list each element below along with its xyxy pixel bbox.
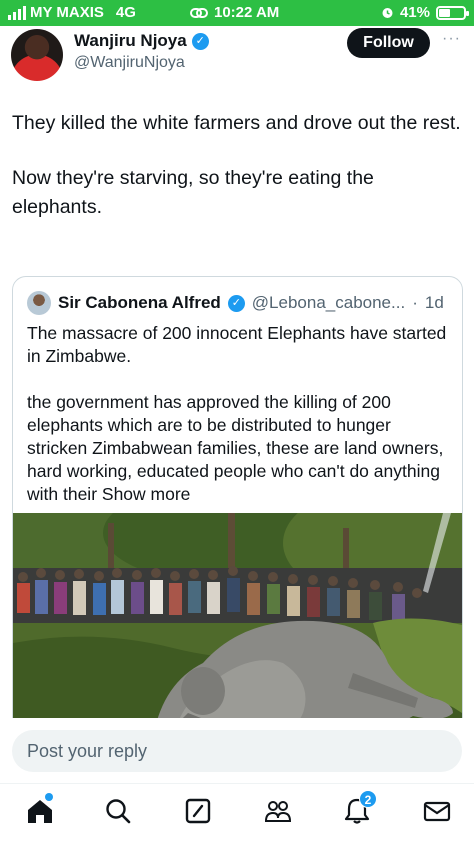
nav-messages[interactable]: [420, 794, 454, 828]
communities-icon: [264, 801, 292, 822]
clock: 10:22 AM: [214, 4, 280, 21]
nav-search[interactable]: [101, 794, 135, 828]
tweet-text: They killed the white farmers and drove …: [12, 109, 462, 222]
nav-grok[interactable]: [181, 794, 215, 828]
search-icon: [106, 799, 131, 824]
author-avatar[interactable]: [11, 29, 63, 81]
verified-badge-icon: ✓: [227, 294, 245, 312]
link-icon: [190, 7, 208, 18]
status-bar-left: MY MAXIS 4G: [8, 4, 136, 21]
battery-fill: [439, 8, 450, 17]
reply-bar: Post your reply: [0, 718, 474, 780]
nav-home[interactable]: [23, 793, 57, 828]
alarm-icon: [382, 8, 393, 18]
quote-time: 1d: [424, 293, 444, 312]
quote-paragraph-body: the government has approved the killing …: [27, 392, 444, 504]
tweet-paragraph: Now they're starving, so they're eating …: [12, 167, 374, 218]
quote-text: The massacre of 200 innocent Elephants h…: [27, 322, 452, 506]
show-more-link[interactable]: Show more: [102, 484, 191, 504]
quoted-tweet[interactable]: Sir Cabonena Alfred ✓ @Lebona_cabone... …: [12, 276, 463, 736]
mail-icon: [423, 801, 451, 822]
carrier-label: MY MAXIS: [30, 4, 104, 21]
quote-author-avatar: [27, 291, 51, 315]
nav-notifications[interactable]: 2: [340, 790, 377, 828]
status-bar-center: 10:22 AM: [190, 4, 279, 21]
verified-badge-icon: ✓: [191, 32, 209, 50]
tweet-paragraph: They killed the white farmers and drove …: [12, 112, 461, 134]
notifications-badge: 2: [359, 790, 377, 808]
elephant-photo: [13, 513, 462, 735]
reply-input[interactable]: Post your reply: [12, 730, 462, 772]
quote-separator: ·: [412, 293, 418, 312]
quote-author-handle: @Lebona_cabone...: [251, 293, 406, 312]
home-unread-dot: [45, 793, 53, 801]
battery-icon: [436, 5, 469, 20]
follow-button[interactable]: Follow: [347, 28, 430, 58]
status-bar: MY MAXIS 4G 10:22 AM 41%: [0, 0, 474, 26]
author-name[interactable]: Wanjiru Njoya: [74, 31, 187, 51]
grok-icon: [185, 798, 211, 824]
quote-header: Sir Cabonena Alfred ✓ @Lebona_cabone... …: [27, 291, 444, 315]
tweet-author: Wanjiru Njoya ✓ @WanjiruNjoya Follow ···: [11, 27, 463, 85]
quote-media-image[interactable]: [13, 513, 462, 735]
quote-author-name: Sir Cabonena Alfred: [58, 293, 221, 312]
nav-communities[interactable]: [261, 794, 295, 828]
battery-percent: 41%: [399, 4, 430, 21]
author-handle[interactable]: @WanjiruNjoya: [74, 54, 185, 72]
network-label: 4G: [115, 4, 136, 21]
bottom-nav: 2: [0, 783, 474, 843]
status-bar-right: 41%: [381, 4, 469, 21]
quote-paragraph: The massacre of 200 innocent Elephants h…: [27, 323, 447, 366]
more-options-icon[interactable]: ···: [442, 30, 461, 48]
author-name-row[interactable]: Wanjiru Njoya ✓: [74, 31, 209, 51]
quote-paragraph: the government has approved the killing …: [27, 391, 452, 506]
signal-icon: [8, 5, 26, 20]
